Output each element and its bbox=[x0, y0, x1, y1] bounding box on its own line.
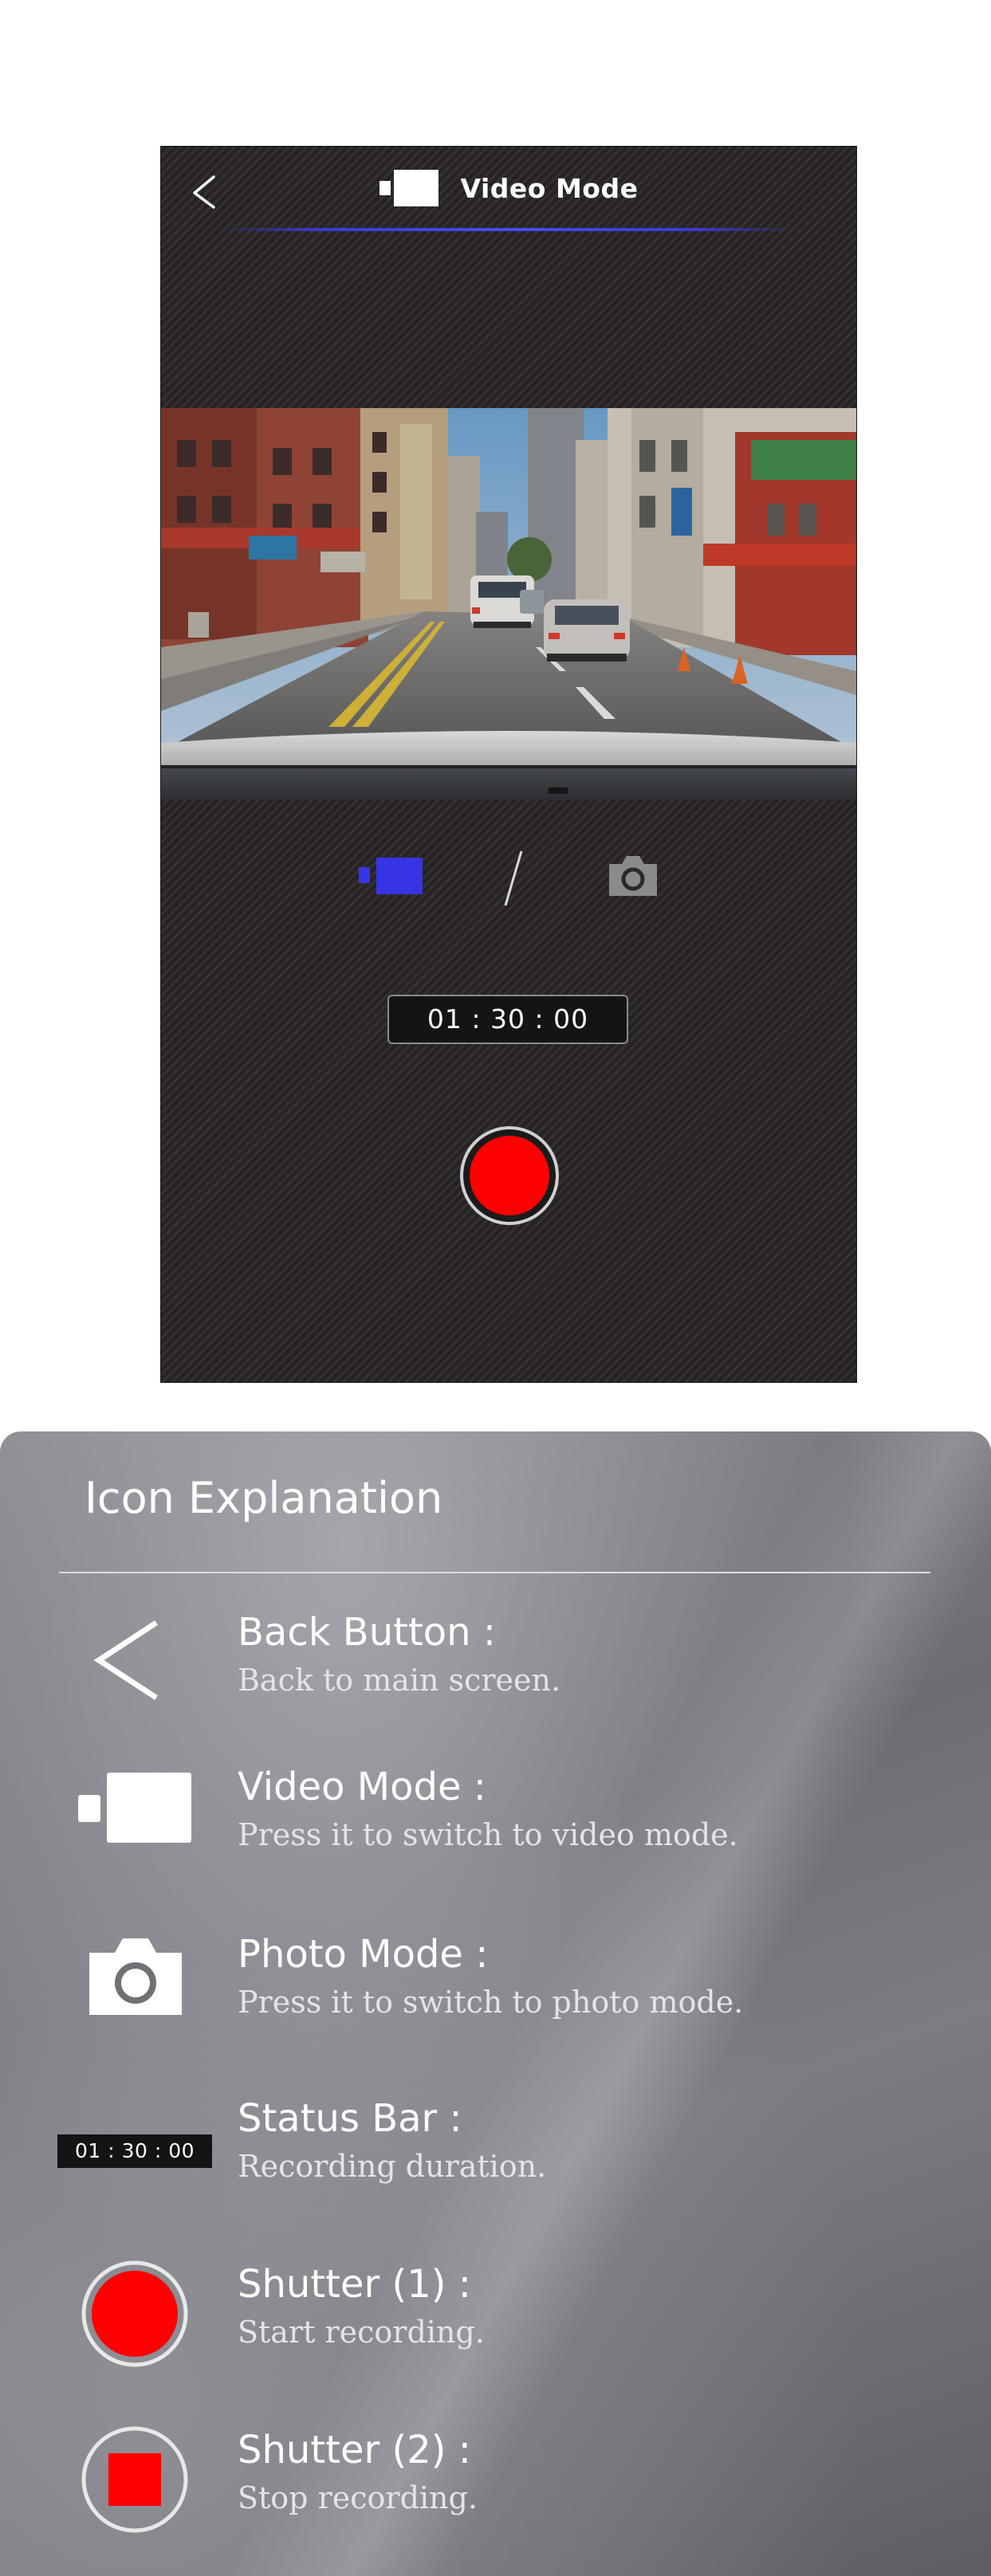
title-underline bbox=[221, 228, 796, 231]
panel-divider bbox=[59, 1572, 930, 1573]
panel-title: Icon Explanation bbox=[85, 1473, 443, 1523]
legend-name: Back Button : bbox=[238, 1610, 496, 1655]
legend-name: Video Mode : bbox=[238, 1765, 486, 1809]
camera-icon bbox=[89, 1938, 182, 2015]
video-camera-icon bbox=[359, 858, 423, 894]
record-stop-icon bbox=[81, 2426, 188, 2533]
record-start-icon bbox=[81, 2260, 188, 2367]
photo-mode-toggle[interactable] bbox=[606, 854, 660, 897]
legend-desc: Stop recording. bbox=[238, 2480, 478, 2515]
slash-divider-icon bbox=[504, 850, 523, 906]
legend-name: Photo Mode : bbox=[238, 1932, 489, 1977]
legend-name: Shutter (1) : bbox=[238, 2262, 471, 2307]
video-camera-icon bbox=[379, 170, 438, 206]
legend-desc: Back to main screen. bbox=[238, 1663, 561, 1698]
status-bar-sample: 01 : 30 : 00 bbox=[57, 2134, 212, 2168]
street-scene-image bbox=[161, 408, 856, 800]
icon-explanation-panel: Icon Explanation Back Button : Back to m… bbox=[0, 1431, 991, 2576]
legend-item-shutter-start: Shutter (1) : Start recording. bbox=[0, 2260, 991, 2380]
legend-name: Status Bar : bbox=[238, 2096, 462, 2141]
recording-status-bar: 01 : 30 : 00 bbox=[387, 995, 628, 1044]
page-title: Video Mode bbox=[460, 172, 639, 204]
camera-preview bbox=[161, 408, 856, 800]
legend-item-shutter-stop: Shutter (2) : Stop recording. bbox=[0, 2426, 991, 2546]
screen-header: Video Mode bbox=[161, 169, 856, 214]
video-mode-toggle[interactable] bbox=[359, 856, 424, 896]
record-start-icon bbox=[460, 1126, 559, 1225]
mode-separator bbox=[501, 846, 525, 910]
video-camera-icon bbox=[78, 1773, 191, 1843]
chevron-left-icon bbox=[93, 1620, 158, 1700]
shutter-record-button[interactable] bbox=[459, 1125, 560, 1226]
legend-desc: Recording duration. bbox=[238, 2149, 547, 2184]
legend-desc: Press it to switch to photo mode. bbox=[238, 1985, 744, 2020]
camera-icon bbox=[609, 856, 657, 896]
legend-desc: Start recording. bbox=[238, 2315, 485, 2350]
legend-desc: Press it to switch to video mode. bbox=[238, 1817, 738, 1852]
legend-item-status-bar: 01 : 30 : 00 Status Bar : Recording dura… bbox=[0, 2095, 991, 2214]
legend-item-back: Back Button : Back to main screen. bbox=[0, 1608, 991, 1728]
video-mode-screen: Video Mode 01: 30: 00 bbox=[161, 147, 856, 1382]
legend-item-photo-mode: Photo Mode : Press it to switch to photo… bbox=[0, 1930, 991, 2050]
legend-name: Shutter (2) : bbox=[238, 2428, 471, 2472]
legend-item-video-mode: Video Mode : Press it to switch to video… bbox=[0, 1763, 991, 1883]
